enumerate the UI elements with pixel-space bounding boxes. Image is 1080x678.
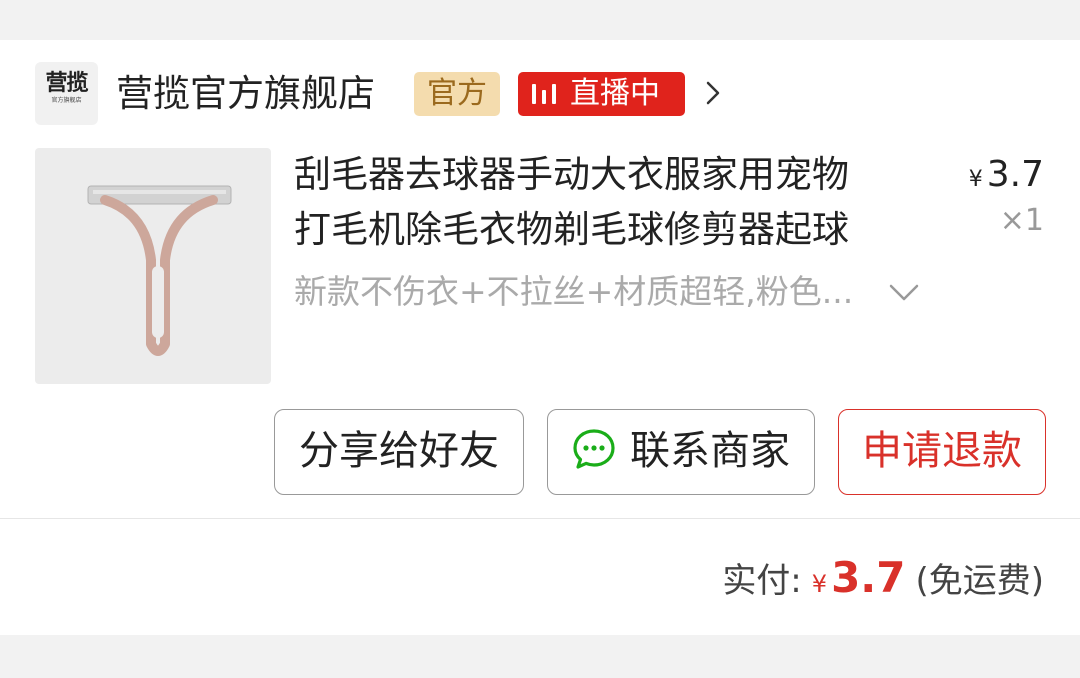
live-bars-icon xyxy=(532,84,558,104)
price-value: 3.7 xyxy=(986,154,1044,195)
payment-summary: 实付: ¥3.7 (免运费) xyxy=(722,550,1044,612)
payment-value: 3.7 xyxy=(831,553,906,602)
product-quantity: ×1 xyxy=(999,203,1044,238)
payment-label: 实付: xyxy=(722,561,802,601)
chevron-right-icon[interactable] xyxy=(700,80,726,106)
store-name[interactable]: 营揽官方旗舰店 xyxy=(116,70,375,118)
chevron-down-icon[interactable] xyxy=(887,280,921,304)
payment-amount: ¥3.7 xyxy=(802,553,916,602)
price-currency: ¥ xyxy=(968,167,983,192)
divider xyxy=(0,518,1080,519)
product-title-line-1[interactable]: 刮毛器去球器手动大衣服家用宠物 xyxy=(294,150,849,200)
shipping-note: (免运费) xyxy=(915,561,1044,601)
live-badge[interactable]: 直播中 xyxy=(518,72,685,116)
contact-seller-label: 联系商家 xyxy=(630,428,790,474)
lint-remover-image xyxy=(87,185,232,356)
store-logo[interactable]: 营揽 官方旗舰店 xyxy=(35,62,98,125)
store-logo-text: 营揽 xyxy=(45,71,88,96)
product-title-line-2[interactable]: 打毛机除毛衣物剃毛球修剪器起球 xyxy=(294,205,849,255)
refund-button[interactable]: 申请退款 xyxy=(838,409,1046,495)
share-button[interactable]: 分享给好友 xyxy=(274,409,524,495)
official-badge: 官方 xyxy=(414,72,500,116)
product-price: ¥3.7 xyxy=(969,152,1044,203)
product-thumbnail[interactable] xyxy=(35,148,271,384)
order-card: 营揽 官方旗舰店 营揽官方旗舰店 官方 直播中 刮毛器去球器手动大衣服家用宠物 … xyxy=(0,40,1080,635)
product-sku[interactable]: 新款不伤衣+不拉丝+材质超轻,粉色... xyxy=(294,268,853,316)
contact-seller-button[interactable]: 联系商家 xyxy=(547,409,815,495)
live-badge-label: 直播中 xyxy=(570,76,660,111)
store-logo-subtext: 官方旗舰店 xyxy=(51,97,82,104)
payment-currency: ¥ xyxy=(811,570,828,598)
chat-bubble-icon xyxy=(573,429,615,469)
